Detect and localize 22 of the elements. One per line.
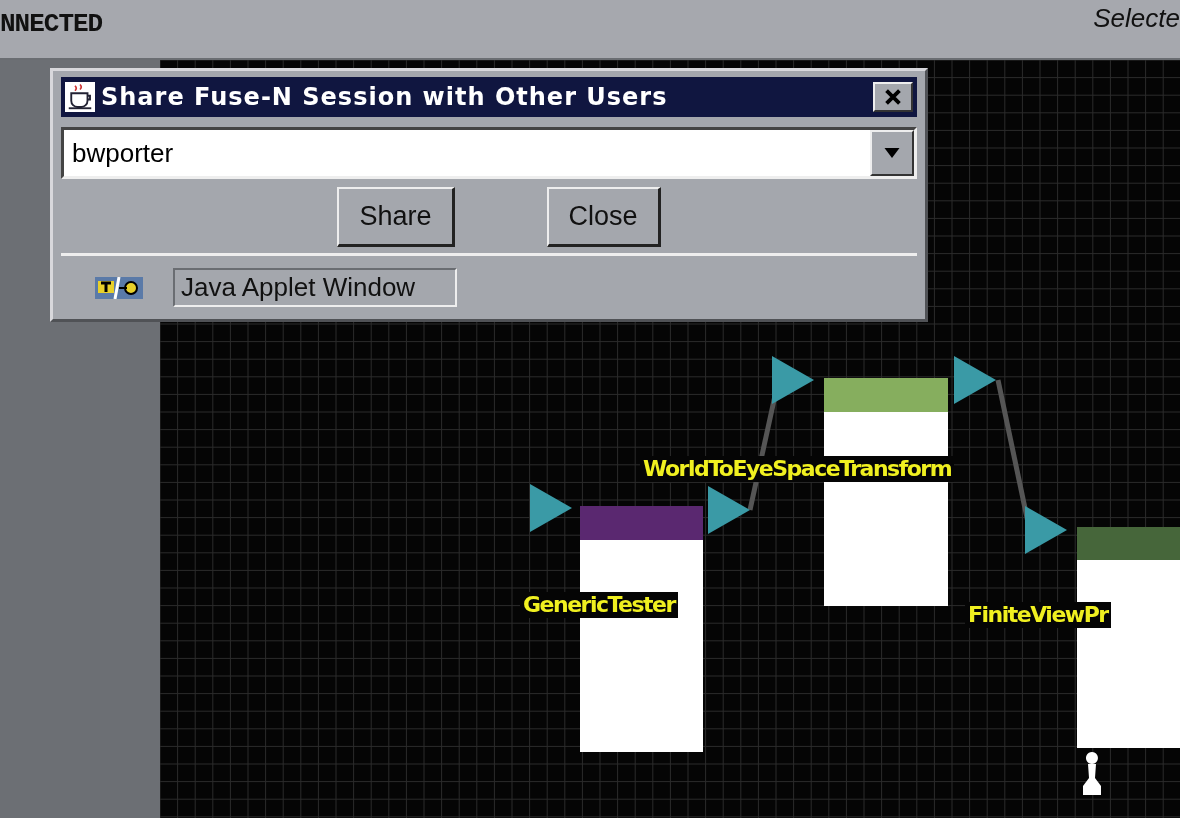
node-label: GenericTester [520, 592, 678, 618]
output-port-icon[interactable] [708, 486, 750, 534]
close-icon [884, 88, 902, 106]
user-combo-box[interactable]: bwporter [61, 127, 917, 179]
pawn-icon [1083, 752, 1101, 795]
close-button[interactable] [873, 82, 913, 112]
node-label: FiniteViewPr [965, 602, 1111, 628]
dropdown-button[interactable] [870, 130, 914, 176]
dialog-button[interactable]: Close [546, 187, 661, 247]
dialog-title: Share Fuse-N Session with Other Users [101, 83, 669, 111]
output-port-icon[interactable] [954, 356, 996, 404]
caret-icon [884, 148, 900, 158]
applet-notice: Java Applet Window [173, 268, 458, 307]
node-label: WorldToEyeSpaceTransform [640, 456, 955, 482]
input-port-icon[interactable] [530, 484, 572, 532]
connection-status: NNECTED [0, 9, 103, 39]
selection-label: Selecte [1093, 2, 1180, 34]
input-port-icon[interactable] [772, 356, 814, 404]
coffee-cup-icon [65, 82, 95, 112]
input-port-icon[interactable] [1025, 506, 1067, 554]
applet-warning-icon [95, 276, 143, 299]
dialog-button[interactable]: Share [337, 187, 455, 247]
